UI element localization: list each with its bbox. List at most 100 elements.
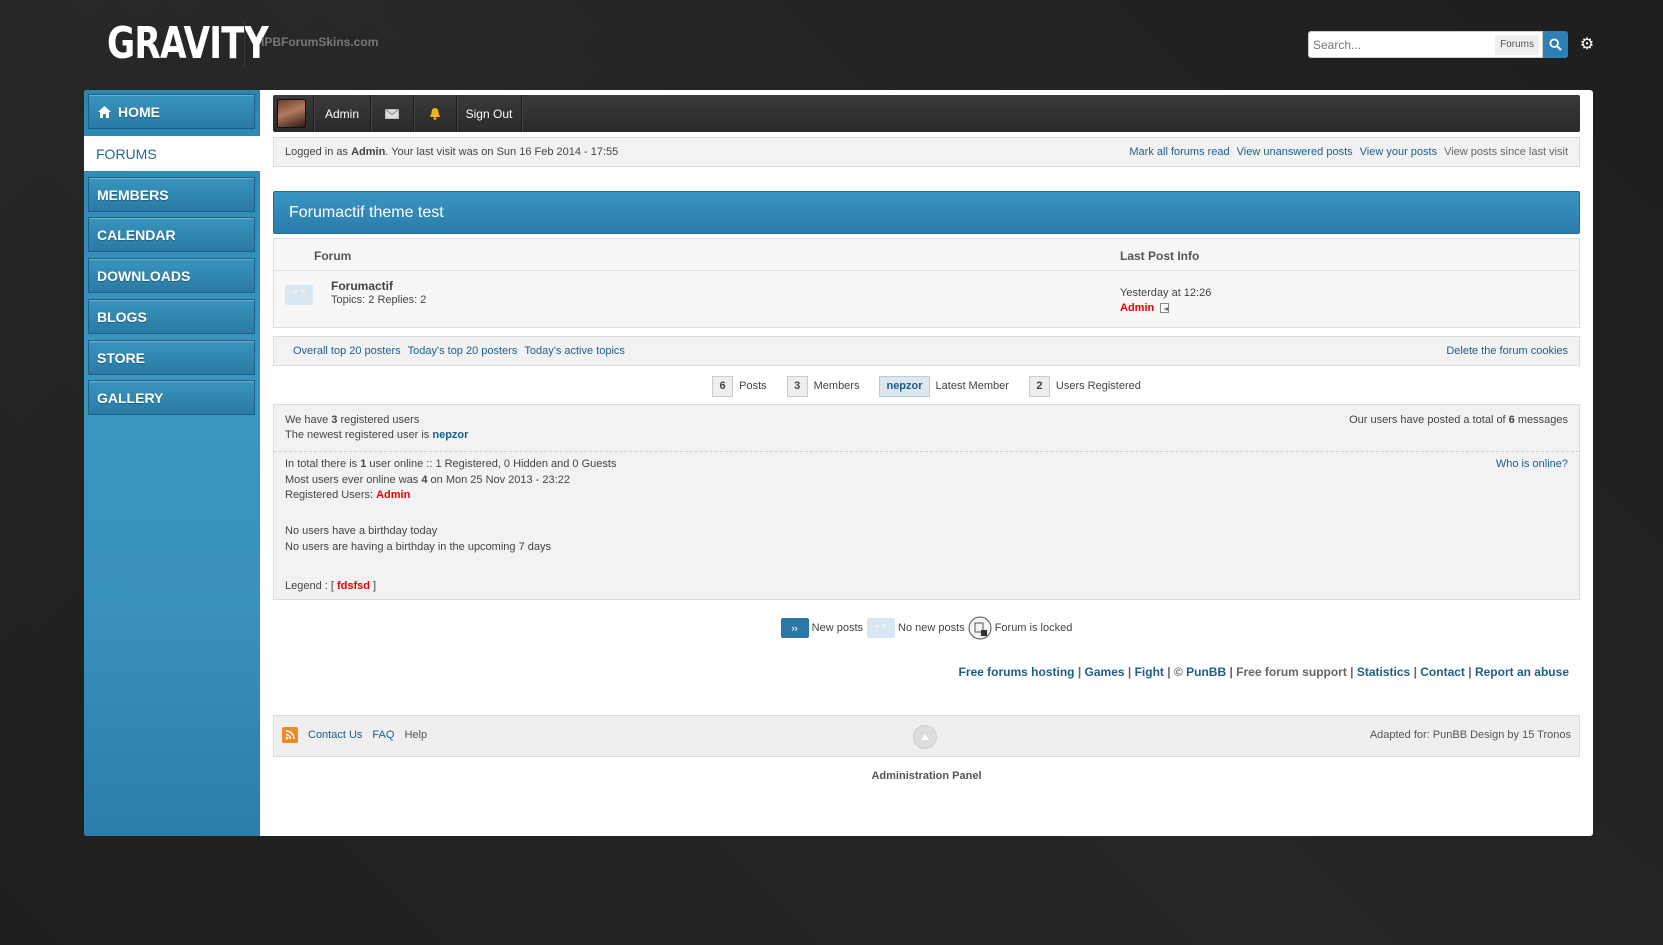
text: user online :: 1 Registered, 0 Hidden an… [366,458,617,470]
report-abuse-link[interactable]: Report an abuse [1475,665,1569,679]
sidebar-item-home[interactable]: HOME [88,94,255,129]
last-post-user[interactable]: Admin [1120,302,1154,314]
games-link[interactable]: Games [1085,665,1125,679]
delete-cookies-link[interactable]: Delete the forum cookies [1446,345,1568,357]
category-title[interactable]: Forumactif theme test [289,204,444,222]
latest-member-link[interactable]: nepzor [879,375,930,397]
sidebar-item-label: CALENDAR [97,226,176,243]
table-row: “ ” Forumactif Topics: 2 Replies: 2 Yest… [274,271,1579,327]
logged-user: Admin [351,146,386,158]
sidebar-item-label: MEMBERS [97,186,169,203]
registered-count: 2 [1028,375,1050,397]
column-forum: Forum [314,249,352,263]
text: Registered Users: [285,489,377,501]
faq-link[interactable]: FAQ [372,729,394,741]
sidebar-item-forums[interactable]: FORUMS [84,136,260,171]
posts-count: 6 [712,375,734,397]
text: In total there is [285,458,361,470]
sidebar-item-label: STORE [97,349,145,366]
birthday-today: No users have a birthday today [285,525,438,537]
back-to-top-button[interactable] [913,725,937,749]
site-header: GRAVITY IPBForumSkins.com Forums ⚙ [0,0,1663,90]
sidebar-item-blogs[interactable]: BLOGS [88,299,255,334]
last-post-time: Yesterday at 12:26 [1120,287,1212,299]
stat-latest-member: nepzor Latest Member [879,375,1009,397]
text: Our users have posted a total of [1349,414,1509,426]
sidebar-item-members[interactable]: MEMBERS [88,177,255,212]
registered-users-line: We have 3 registered users [285,414,419,426]
statistics-link[interactable]: Statistics [1357,665,1410,679]
search-icon [1549,38,1562,51]
notifications-button[interactable] [414,95,457,132]
site-name[interactable]: IPBForumSkins.com [261,35,378,49]
login-status: Logged in as Admin. Your last visit was … [285,146,618,158]
search-box: Forums [1308,31,1543,58]
whois-online-panel: We have 3 registered users The newest re… [273,404,1580,600]
today-top-posters-link[interactable]: Today's top 20 posters [408,345,518,357]
overall-top-posters-link[interactable]: Overall top 20 posters [293,345,401,357]
search-input[interactable] [1313,34,1483,55]
lock-icon [968,616,992,640]
arrow-up-icon [921,734,929,740]
text: Most users ever online was [285,474,422,486]
online-user-link[interactable]: Admin [376,489,410,501]
logo-divider [244,20,245,68]
birthday-upcoming: No users are having a birthday in the up… [285,541,551,553]
total-messages-line: Our users have posted a total of 6 messa… [1349,414,1568,426]
contact-link[interactable]: Contact [1420,665,1465,679]
signout-button[interactable]: Sign Out [457,95,522,132]
search-button[interactable] [1543,31,1568,58]
sidebar-item-gallery[interactable]: GALLERY [88,380,255,415]
search-scope-dropdown[interactable]: Forums [1495,35,1539,55]
top-posters-links: Overall top 20 posters Today's top 20 po… [293,345,625,357]
sidebar-item-label: FORUMS [96,145,157,162]
bottom-bar: Contact Us FAQ Help Adapted for: PunBB D… [273,715,1580,757]
newest-user-link[interactable]: nepzor [432,429,468,441]
sidebar-item-label: HOME [118,103,160,120]
avatar-button[interactable] [273,95,314,132]
last-post-info: Yesterday at 12:26 Admin [1120,286,1211,316]
messages-button[interactable] [371,95,414,132]
icon-legend: ›› New posts “ ” No new posts Forum is l… [273,615,1580,641]
punbb-link[interactable]: PunBB [1186,665,1226,679]
envelope-icon [385,108,399,119]
who-is-online-link[interactable]: Who is online? [1496,458,1568,470]
design-credit: Adapted for: PunBB Design by 15 Tronos [1369,729,1571,741]
goto-post-icon[interactable] [1160,303,1170,314]
login-prefix: Logged in as [285,146,352,158]
sidebar-item-store[interactable]: STORE [88,340,255,375]
most-online-line: Most users ever online was 4 on Mon 25 N… [285,474,570,486]
forum-links-bar: Overall top 20 posters Today's top 20 po… [273,336,1580,366]
contact-us-link[interactable]: Contact Us [308,729,362,741]
sidebar-item-downloads[interactable]: DOWNLOADS [88,258,255,293]
stat-members: 3 Members [786,375,859,397]
username-link[interactable]: Admin [314,95,371,132]
sidebar-item-label: GALLERY [97,389,164,406]
new-posts-label: New posts [811,622,864,634]
registered-label: Users Registered [1055,380,1141,392]
no-new-posts-label: No new posts [898,622,965,634]
settings-gear-icon[interactable]: ⚙ [1576,33,1598,55]
sidebar: HOME FORUMS MEMBERS CALENDAR DOWNLOADS B… [84,90,260,836]
forum-stats: Topics: 2 Replies: 2 [331,294,427,306]
main-panel: HOME FORUMS MEMBERS CALENDAR DOWNLOADS B… [84,90,1593,836]
category-header: Forumactif theme test [273,191,1580,234]
active-topics-link[interactable]: Today's active topics [524,345,625,357]
unanswered-posts-link[interactable]: View unanswered posts [1237,146,1353,158]
fight-link[interactable]: Fight [1135,665,1164,679]
sidebar-item-calendar[interactable]: CALENDAR [88,217,255,252]
admin-panel-link[interactable]: Administration Panel [273,770,1580,782]
user-toolbar: Admin Sign Out [273,95,1580,132]
forum-table: Forum Last Post Info “ ” Forumactif Topi… [273,238,1580,328]
mark-forums-read-link[interactable]: Mark all forums read [1129,146,1229,158]
hosting-link[interactable]: Free forums hosting [958,665,1074,679]
rss-icon[interactable] [282,727,298,743]
new-posts-icon: ›› [780,618,809,638]
forum-link[interactable]: Forumactif [331,279,393,293]
posts-since-last-visit-link[interactable]: View posts since last visit [1444,146,1568,158]
text: registered users [337,414,420,426]
group-link[interactable]: fdsfsd [337,580,370,592]
registered-users-online-line: Registered Users: Admin [285,489,410,501]
help-link[interactable]: Help [404,729,427,741]
your-posts-link[interactable]: View your posts [1360,146,1437,158]
